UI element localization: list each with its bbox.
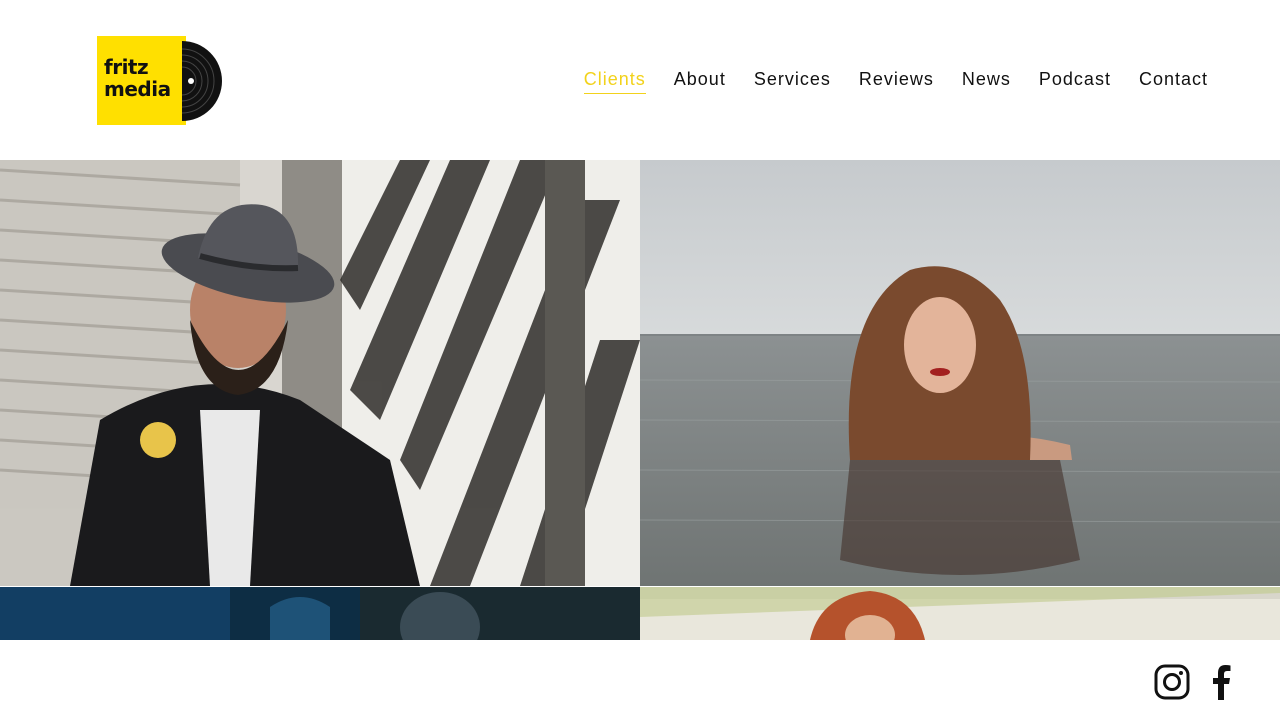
client-gallery xyxy=(0,160,1280,640)
nav-news[interactable]: News xyxy=(962,68,1011,94)
nav-about[interactable]: About xyxy=(674,68,726,94)
instagram-icon xyxy=(1154,664,1190,700)
nav-podcast[interactable]: Podcast xyxy=(1039,68,1111,94)
nav-clients[interactable]: Clients xyxy=(583,68,646,94)
nav-contact[interactable]: Contact xyxy=(1139,68,1208,94)
photo-man-with-hat xyxy=(0,160,640,586)
nav-services[interactable]: Services xyxy=(754,68,831,94)
site-footer xyxy=(0,640,1280,720)
vinyl-record-icon xyxy=(181,41,222,121)
main-navigation: Clients About Services Reviews News Podc… xyxy=(583,68,1208,94)
facebook-icon xyxy=(1213,665,1231,700)
client-tile-1[interactable] xyxy=(0,160,640,586)
logo-line-2: media xyxy=(104,77,171,101)
photo-woman-red-hair xyxy=(640,587,1280,640)
instagram-link[interactable] xyxy=(1154,662,1190,702)
fritz-media-logo[interactable]: fritz media xyxy=(97,36,223,125)
client-tile-2[interactable] xyxy=(640,160,1280,586)
logo-wordmark: fritz media xyxy=(104,56,171,100)
photo-performer-blue-stage xyxy=(0,587,640,640)
logo-line-1: fritz xyxy=(104,55,149,79)
nav-reviews[interactable]: Reviews xyxy=(859,68,934,94)
client-tile-3[interactable] xyxy=(0,587,640,640)
site-header: fritz media Clients About Services Revie… xyxy=(0,0,1280,160)
photo-woman-in-water xyxy=(640,160,1280,586)
facebook-link[interactable] xyxy=(1204,662,1240,702)
client-tile-4[interactable] xyxy=(640,587,1280,640)
social-links xyxy=(1154,662,1240,702)
